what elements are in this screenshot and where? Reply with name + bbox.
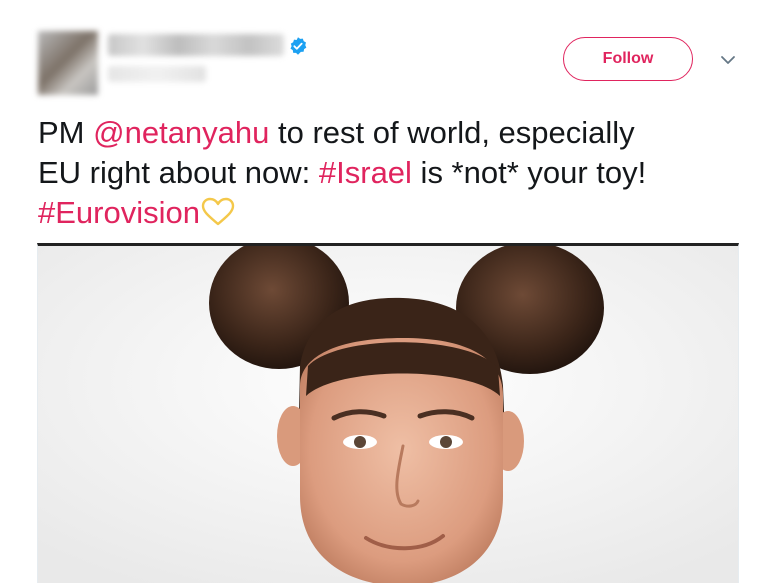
verified-badge-icon: [290, 37, 307, 55]
tweet-header: Follow: [0, 0, 777, 110]
hashtag-israel-link[interactable]: #Israel: [319, 155, 412, 190]
yellow-heart-emoji: [201, 197, 235, 226]
avatar[interactable]: [38, 31, 98, 95]
display-name-blurred[interactable]: [108, 34, 284, 56]
follow-button[interactable]: Follow: [563, 37, 693, 81]
hashtag-eurovision-link[interactable]: #Eurovision: [38, 195, 200, 230]
chevron-down-icon[interactable]: [719, 54, 737, 66]
tweet-text-line2-suffix: is *not* your toy!: [411, 155, 647, 190]
tweet-media-image[interactable]: [37, 243, 739, 583]
username-blurred[interactable]: [108, 66, 206, 82]
photo-illustration: [38, 246, 738, 583]
tweet-text-line1-suffix: to rest of world, especially: [269, 115, 635, 150]
tweet-text-line2-prefix: EU right about now:: [38, 155, 319, 190]
mention-link[interactable]: @netanyahu: [93, 115, 269, 150]
tweet-text-line1-prefix: PM: [38, 115, 94, 150]
tweet-text: PM @netanyahu to rest of world, especial…: [38, 113, 758, 233]
